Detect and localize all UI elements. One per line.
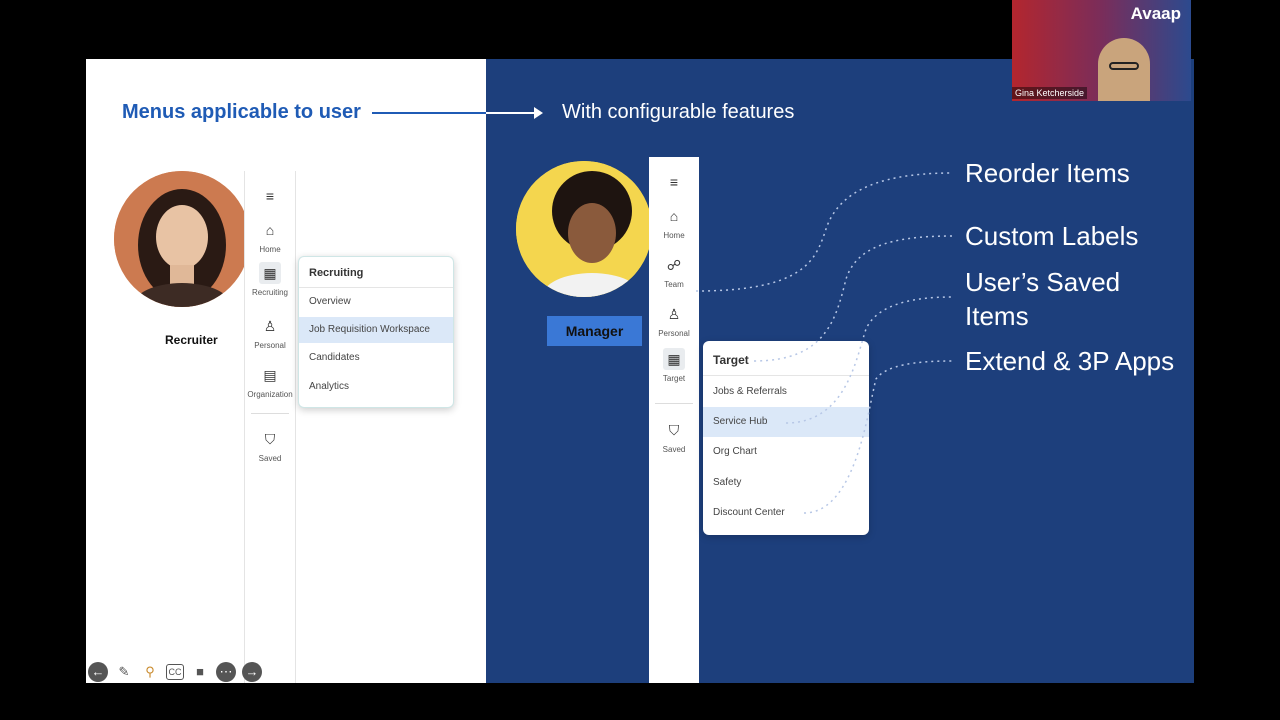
slide: Menus applicable to user Recruiter ≡ ⌂ Ho…: [86, 59, 1194, 683]
forward-icon[interactable]: →: [242, 662, 262, 682]
feature-extend: Extend & 3P Apps: [965, 346, 1175, 376]
brand-logo: Avaap: [1130, 4, 1181, 23]
video-tile: Avaap Gina Ketcherside: [1012, 0, 1191, 101]
presentation-toolbar: ← ✎ ⚲ CC ■ ⋯ →: [88, 662, 262, 682]
pen-icon[interactable]: ✎: [114, 662, 134, 682]
feature-saved-items: User’s Saved Items: [965, 267, 1121, 331]
back-icon[interactable]: ←: [88, 662, 108, 682]
search-icon[interactable]: ⚲: [140, 662, 160, 682]
feature-reorder: Reorder Items: [965, 158, 1130, 188]
glasses-icon: [1109, 62, 1139, 70]
camera-icon[interactable]: ■: [190, 662, 210, 682]
more-icon[interactable]: ⋯: [216, 662, 236, 682]
participant-name: Gina Ketcherside: [1012, 87, 1088, 99]
feature-custom-labels: Custom Labels: [965, 221, 1139, 251]
cc-icon[interactable]: CC: [166, 664, 184, 680]
